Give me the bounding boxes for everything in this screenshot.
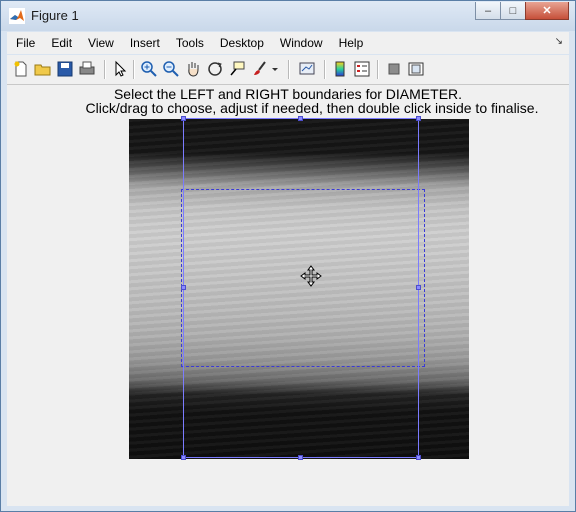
menu-overflow-icon[interactable]: ↘ <box>555 36 563 47</box>
print-icon[interactable] <box>78 60 96 78</box>
zoom-out-icon[interactable] <box>162 60 180 78</box>
data-cursor-icon[interactable] <box>228 60 246 78</box>
show-plot-tools-icon[interactable] <box>407 60 425 78</box>
menu-window[interactable]: Window <box>272 36 331 50</box>
menu-view[interactable]: View <box>80 36 122 50</box>
new-figure-icon[interactable] <box>12 60 30 78</box>
menu-edit[interactable]: Edit <box>43 36 80 50</box>
move-cursor-icon <box>300 265 322 287</box>
roi-handle-bottom-left[interactable] <box>181 455 186 460</box>
colorbar-icon[interactable] <box>331 60 349 78</box>
rotate-3d-icon[interactable] <box>206 60 224 78</box>
figure-window: Figure 1 – □ ✕ File Edit View Insert Too… <box>0 0 576 512</box>
brush-dropdown-icon[interactable] <box>270 60 280 78</box>
minimize-button[interactable]: – <box>475 2 501 20</box>
instruction-line-2: Click/drag to choose, adjust if needed, … <box>85 100 539 116</box>
zoom-in-icon[interactable] <box>140 60 158 78</box>
menu-tools[interactable]: Tools <box>168 36 212 50</box>
roi-rectangle[interactable] <box>183 118 419 458</box>
title-bar[interactable]: Figure 1 – □ ✕ <box>1 1 575 31</box>
menu-insert[interactable]: Insert <box>122 36 168 50</box>
close-button[interactable]: ✕ <box>525 2 569 20</box>
menu-help[interactable]: Help <box>331 36 372 50</box>
window-title: Figure 1 <box>31 8 79 23</box>
pan-hand-icon[interactable] <box>184 60 202 78</box>
roi-handle-middle-left[interactable] <box>181 285 186 290</box>
figure-canvas: Select the LEFT and RIGHT boundaries for… <box>7 85 569 506</box>
roi-handle-middle-right[interactable] <box>416 285 421 290</box>
menu-desktop[interactable]: Desktop <box>212 36 272 50</box>
save-icon[interactable] <box>56 60 74 78</box>
maximize-button[interactable]: □ <box>500 2 526 20</box>
roi-handle-bottom-middle[interactable] <box>298 455 303 460</box>
brush-icon[interactable] <box>251 60 269 78</box>
roi-handle-bottom-right[interactable] <box>416 455 421 460</box>
roi-handle-top-middle[interactable] <box>298 116 303 121</box>
menu-file[interactable]: File <box>7 36 43 50</box>
open-file-icon[interactable] <box>34 60 52 78</box>
link-plot-icon[interactable] <box>298 60 316 78</box>
matlab-logo-icon <box>9 8 25 24</box>
figure-toolbar <box>7 55 569 85</box>
hide-plot-tools-icon[interactable] <box>385 60 403 78</box>
menu-bar: File Edit View Insert Tools Desktop Wind… <box>7 32 569 54</box>
pointer-arrow-icon[interactable] <box>111 60 129 78</box>
roi-handle-top-left[interactable] <box>181 116 186 121</box>
roi-handle-top-right[interactable] <box>416 116 421 121</box>
legend-icon[interactable] <box>353 60 371 78</box>
